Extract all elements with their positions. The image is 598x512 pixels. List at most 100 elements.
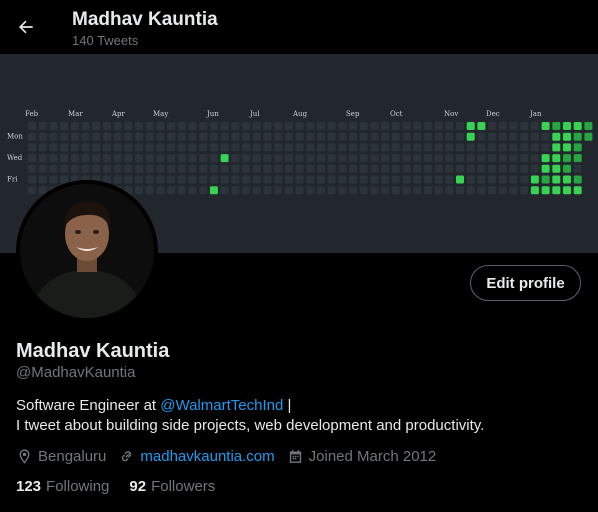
location-pin-icon [19, 448, 30, 464]
contribution-cell [402, 154, 411, 163]
following-link[interactable]: 123 Following [16, 478, 109, 495]
contribution-cell [520, 132, 529, 141]
contribution-cell [274, 143, 283, 152]
contribution-cell [295, 143, 304, 152]
contribution-cell [391, 186, 400, 195]
contribution-cell [209, 164, 218, 173]
website[interactable]: madhavkauntia.com [118, 448, 275, 465]
contribution-cell [573, 164, 582, 173]
contribution-cell [541, 143, 550, 152]
contribution-cell [231, 186, 240, 195]
location-text: Bengaluru [38, 447, 107, 465]
contribution-cell [381, 154, 390, 163]
contribution-cell [359, 154, 368, 163]
contribution-cell [423, 154, 432, 163]
contribution-cell-active [456, 175, 464, 184]
contribution-cell [306, 132, 315, 141]
day-label: Wed [7, 154, 23, 162]
contribution-cell-active [541, 175, 550, 184]
profile-bio: Software Engineer at @WalmartTechInd | I… [16, 396, 586, 436]
contribution-cell [188, 154, 197, 163]
contribution-cell [156, 132, 165, 141]
followers-link[interactable]: 92 Followers [129, 478, 215, 495]
contribution-cell [498, 175, 507, 184]
contribution-cell [295, 186, 304, 195]
contribution-cell [145, 132, 154, 141]
contribution-cell [252, 164, 261, 173]
contribution-cell [38, 175, 47, 184]
contribution-cell [60, 164, 69, 173]
edit-profile-button[interactable]: Edit profile [470, 265, 581, 301]
contribution-cell [135, 186, 143, 195]
contribution-cell [349, 175, 357, 184]
contribution-cell [28, 143, 36, 152]
calendar-icon [289, 449, 301, 463]
contribution-cell [316, 175, 325, 184]
contribution-cell [381, 122, 390, 130]
contribution-cell [338, 164, 347, 173]
contribution-cell [445, 132, 454, 141]
contribution-cell [209, 175, 218, 184]
profile-name: Madhav Kauntia [16, 340, 170, 362]
contribution-cell-active [541, 186, 550, 195]
contribution-cell [49, 132, 58, 141]
contribution-cell [167, 175, 176, 184]
contribution-cell [456, 164, 464, 173]
contribution-cell [124, 154, 133, 163]
contribution-cell [263, 186, 272, 195]
contribution-cell [456, 122, 464, 130]
tweet-count: 140 Tweets [72, 33, 139, 48]
contribution-cell [177, 143, 186, 152]
contribution-cell [306, 143, 315, 152]
contribution-cell [177, 132, 186, 141]
contribution-cell [391, 143, 400, 152]
contribution-cell [92, 164, 101, 173]
contribution-cell [381, 164, 390, 173]
contribution-cell [60, 132, 69, 141]
contribution-cell [167, 164, 176, 173]
contribution-cell [177, 175, 186, 184]
contribution-cell [327, 122, 336, 130]
followers-label: Followers [151, 478, 216, 495]
contribution-cell [274, 186, 283, 195]
contribution-cell [509, 154, 518, 163]
contribution-cell [295, 175, 304, 184]
contribution-cell [370, 132, 379, 141]
contribution-cell [263, 132, 272, 141]
month-label: Dec [486, 110, 500, 118]
contribution-cell [423, 186, 432, 195]
website-link[interactable]: madhavkauntia.com [140, 448, 274, 465]
contribution-cell [402, 164, 411, 173]
back-button[interactable] [12, 13, 40, 41]
contribution-cell [541, 132, 550, 141]
contribution-cell [284, 132, 293, 141]
bio-suffix: | [283, 397, 292, 414]
contribution-cell [113, 164, 122, 173]
contribution-cell [145, 164, 154, 173]
avatar[interactable] [16, 180, 158, 322]
contribution-cell [338, 186, 347, 195]
contribution-cell [477, 132, 486, 141]
contribution-cell [60, 154, 69, 163]
contribution-cell [413, 143, 422, 152]
contribution-cell [274, 122, 283, 130]
contribution-cell [498, 132, 507, 141]
contribution-cell [284, 143, 293, 152]
day-label: Fri [7, 176, 18, 184]
bio-prefix: Software Engineer at [16, 397, 161, 414]
contribution-cell [274, 132, 283, 141]
contribution-cell [349, 143, 357, 152]
contribution-cell [231, 175, 240, 184]
contribution-cell [477, 164, 486, 173]
contribution-cell [156, 175, 165, 184]
contribution-cell [38, 122, 47, 130]
contribution-cell [28, 132, 36, 141]
month-label: Apr [111, 110, 126, 118]
contribution-cell [316, 186, 325, 195]
contribution-cell [92, 143, 101, 152]
contribution-cell [177, 164, 186, 173]
bio-mention-link[interactable]: @WalmartTechInd [160, 397, 283, 414]
contribution-cell [102, 132, 111, 141]
contribution-cell [306, 154, 315, 163]
contribution-cell [28, 154, 36, 163]
